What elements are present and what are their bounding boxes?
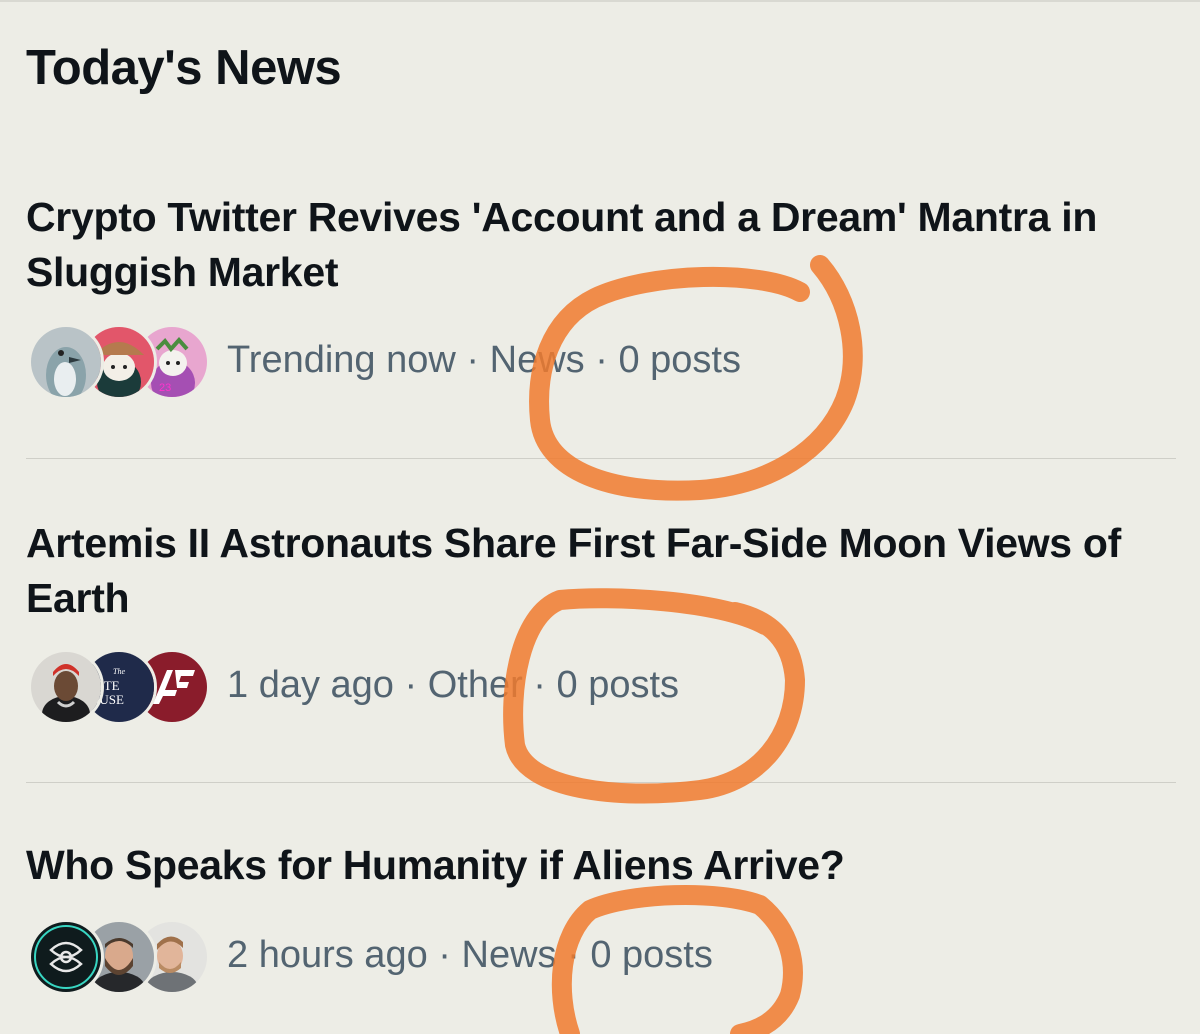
person-avatar bbox=[28, 649, 104, 725]
news-headline[interactable]: Crypto Twitter Revives 'Account and a Dr… bbox=[26, 190, 1146, 300]
news-time: 2 hours ago bbox=[227, 934, 428, 976]
top-divider bbox=[0, 0, 1200, 2]
meta-separator: · bbox=[584, 339, 619, 381]
penguin-avatar bbox=[28, 324, 104, 400]
meta-separator: · bbox=[522, 664, 557, 706]
news-post-count: 0 posts bbox=[618, 339, 741, 381]
meta-separator: · bbox=[427, 934, 462, 976]
news-category: News bbox=[461, 934, 557, 976]
news-meta: 1 day ago · Other · 0 posts bbox=[227, 657, 679, 713]
avatar-small-text: The bbox=[113, 667, 125, 676]
meta-separator: · bbox=[393, 664, 428, 706]
news-divider bbox=[26, 782, 1176, 783]
avatar-stack: The HITE OUSE bbox=[28, 649, 210, 725]
section-title: Today's News bbox=[26, 41, 342, 95]
news-category: Other bbox=[427, 664, 523, 706]
news-meta-row: The HITE OUSE 1 day ago · Other · 0 posts bbox=[28, 649, 1128, 725]
news-time: 1 day ago bbox=[227, 664, 394, 706]
news-meta: Trending now · News · 0 posts bbox=[227, 332, 741, 388]
news-headline[interactable]: Artemis II Astronauts Share First Far-Si… bbox=[26, 516, 1146, 626]
news-time: Trending now bbox=[227, 339, 456, 381]
knot-logo-avatar bbox=[28, 919, 104, 995]
news-meta: 2 hours ago · News · 0 posts bbox=[227, 927, 713, 983]
meta-separator: · bbox=[556, 934, 591, 976]
meta-separator: · bbox=[455, 339, 490, 381]
avatar-badge: 23 bbox=[159, 382, 171, 394]
news-headline[interactable]: Who Speaks for Humanity if Aliens Arrive… bbox=[26, 838, 1146, 893]
news-meta-row: 23 Trending now · News · 0 posts bbox=[28, 324, 1128, 400]
avatar-stack bbox=[28, 919, 210, 995]
news-post-count: 0 posts bbox=[590, 934, 713, 976]
news-meta-row: 2 hours ago · News · 0 posts bbox=[28, 919, 1128, 995]
news-divider bbox=[26, 458, 1176, 459]
todays-news-panel: Today's News Crypto Twitter Revives 'Acc… bbox=[0, 0, 1200, 1034]
avatar-stack: 23 bbox=[28, 324, 210, 400]
news-category: News bbox=[489, 339, 585, 381]
news-post-count: 0 posts bbox=[556, 664, 680, 706]
